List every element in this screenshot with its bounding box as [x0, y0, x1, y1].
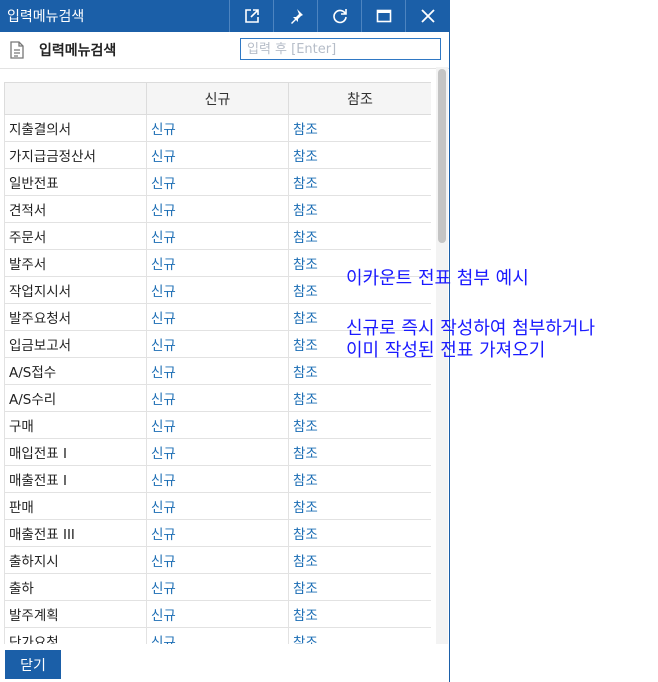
row-new-link[interactable]: 신규	[146, 438, 289, 466]
table-row: 발주계획 신규 참조	[4, 600, 431, 628]
row-menu-name: 매출전표 I	[4, 465, 147, 493]
column-header-name	[4, 82, 147, 115]
row-ref-link[interactable]: 참조	[288, 600, 431, 628]
maximize-icon[interactable]	[361, 0, 405, 32]
row-new-link[interactable]: 신규	[146, 465, 289, 493]
close-icon[interactable]	[405, 0, 449, 32]
search-input[interactable]	[240, 38, 441, 60]
row-menu-name: 매출전표 III	[4, 519, 147, 547]
row-ref-link[interactable]: 참조	[288, 519, 431, 547]
table-row: 단가요청 신규 참조	[4, 627, 431, 644]
row-ref-link[interactable]: 참조	[288, 492, 431, 520]
table-row: 판매 신규 참조	[4, 492, 431, 520]
row-menu-name: 가지급금정산서	[4, 141, 147, 169]
table-row: 출하지시 신규 참조	[4, 546, 431, 574]
column-header-new[interactable]: 신규	[146, 82, 289, 115]
table-row: 일반전표 신규 참조	[4, 168, 431, 196]
menu-table: 신규 참조 지출결의서 신규 참조 가지급금정산서 신규 참조 일반전표 신규 참조 견적서 신규 참…	[4, 82, 431, 644]
row-new-link[interactable]: 신규	[146, 249, 289, 277]
row-new-link[interactable]: 신규	[146, 546, 289, 574]
row-ref-link[interactable]: 참조	[288, 627, 431, 644]
pin-icon[interactable]	[273, 0, 317, 32]
row-menu-name: 지출결의서	[4, 114, 147, 142]
column-header-ref[interactable]: 참조	[288, 82, 431, 115]
row-new-link[interactable]: 신규	[146, 222, 289, 250]
table-row: 매입전표 I 신규 참조	[4, 438, 431, 466]
row-menu-name: 일반전표	[4, 168, 147, 196]
table-row: 매출전표 III 신규 참조	[4, 519, 431, 547]
row-new-link[interactable]: 신규	[146, 114, 289, 142]
row-new-link[interactable]: 신규	[146, 519, 289, 547]
window-title: 입력메뉴검색	[7, 9, 85, 25]
table-header-row: 신규 참조	[4, 82, 431, 115]
row-ref-link[interactable]: 참조	[288, 141, 431, 169]
row-ref-link[interactable]: 참조	[288, 546, 431, 574]
external-link-icon[interactable]	[229, 0, 273, 32]
row-new-link[interactable]: 신규	[146, 492, 289, 520]
row-new-link[interactable]: 신규	[146, 276, 289, 304]
table-row: 매출전표 I 신규 참조	[4, 465, 431, 493]
row-new-link[interactable]: 신규	[146, 600, 289, 628]
row-ref-link[interactable]: 참조	[288, 465, 431, 493]
row-ref-link[interactable]: 참조	[288, 222, 431, 250]
row-new-link[interactable]: 신규	[146, 573, 289, 601]
row-menu-name: 견적서	[4, 195, 147, 223]
row-new-link[interactable]: 신규	[146, 357, 289, 385]
row-ref-link[interactable]: 참조	[288, 195, 431, 223]
row-new-link[interactable]: 신규	[146, 384, 289, 412]
table-row: 가지급금정산서 신규 참조	[4, 141, 431, 169]
row-ref-link[interactable]: 참조	[288, 573, 431, 601]
scrollbar-thumb[interactable]	[438, 69, 446, 243]
table-row: A/S수리 신규 참조	[4, 384, 431, 412]
title-bar: 입력메뉴검색	[0, 0, 449, 32]
table-row: 지출결의서 신규 참조	[4, 114, 431, 142]
table-row: 견적서 신규 참조	[4, 195, 431, 223]
close-button[interactable]: 닫기	[5, 650, 61, 679]
footer: 닫기	[0, 644, 449, 682]
row-menu-name: 작업지시서	[4, 276, 147, 304]
row-menu-name: A/S수리	[4, 384, 147, 412]
row-ref-link[interactable]: 참조	[288, 168, 431, 196]
refresh-icon[interactable]	[317, 0, 361, 32]
row-menu-name: 구매	[4, 411, 147, 439]
row-new-link[interactable]: 신규	[146, 411, 289, 439]
row-menu-name: 발주서	[4, 249, 147, 277]
row-menu-name: 판매	[4, 492, 147, 520]
row-new-link[interactable]: 신규	[146, 627, 289, 644]
row-new-link[interactable]: 신규	[146, 303, 289, 331]
row-new-link[interactable]: 신규	[146, 195, 289, 223]
row-ref-link[interactable]: 참조	[288, 411, 431, 439]
table-row: 출하 신규 참조	[4, 573, 431, 601]
row-ref-link[interactable]: 참조	[288, 114, 431, 142]
annotation-title: 이카운트 전표 첨부 예시	[346, 268, 529, 289]
table-row: 구매 신규 참조	[4, 411, 431, 439]
table-row: 주문서 신규 참조	[4, 222, 431, 250]
row-new-link[interactable]: 신규	[146, 168, 289, 196]
row-menu-name: 단가요청	[4, 627, 147, 644]
row-menu-name: 발주계획	[4, 600, 147, 628]
menu-grid: 신규 참조 지출결의서 신규 참조 가지급금정산서 신규 참조 일반전표 신규 참조 견적서 신규 참…	[4, 82, 431, 644]
row-menu-name: 입금보고서	[4, 330, 147, 358]
annotation-line-2: 이미 작성된 전표 가져오기	[346, 340, 546, 361]
row-menu-name: 출하	[4, 573, 147, 601]
row-menu-name: A/S접수	[4, 357, 147, 385]
row-menu-name: 출하지시	[4, 546, 147, 574]
row-new-link[interactable]: 신규	[146, 141, 289, 169]
row-menu-name: 매입전표 I	[4, 438, 147, 466]
document-icon	[10, 41, 24, 59]
row-new-link[interactable]: 신규	[146, 330, 289, 358]
row-menu-name: 주문서	[4, 222, 147, 250]
row-menu-name: 발주요청서	[4, 303, 147, 331]
row-ref-link[interactable]: 참조	[288, 438, 431, 466]
row-ref-link[interactable]: 참조	[288, 384, 431, 412]
toolbar: 입력메뉴검색	[0, 32, 449, 69]
